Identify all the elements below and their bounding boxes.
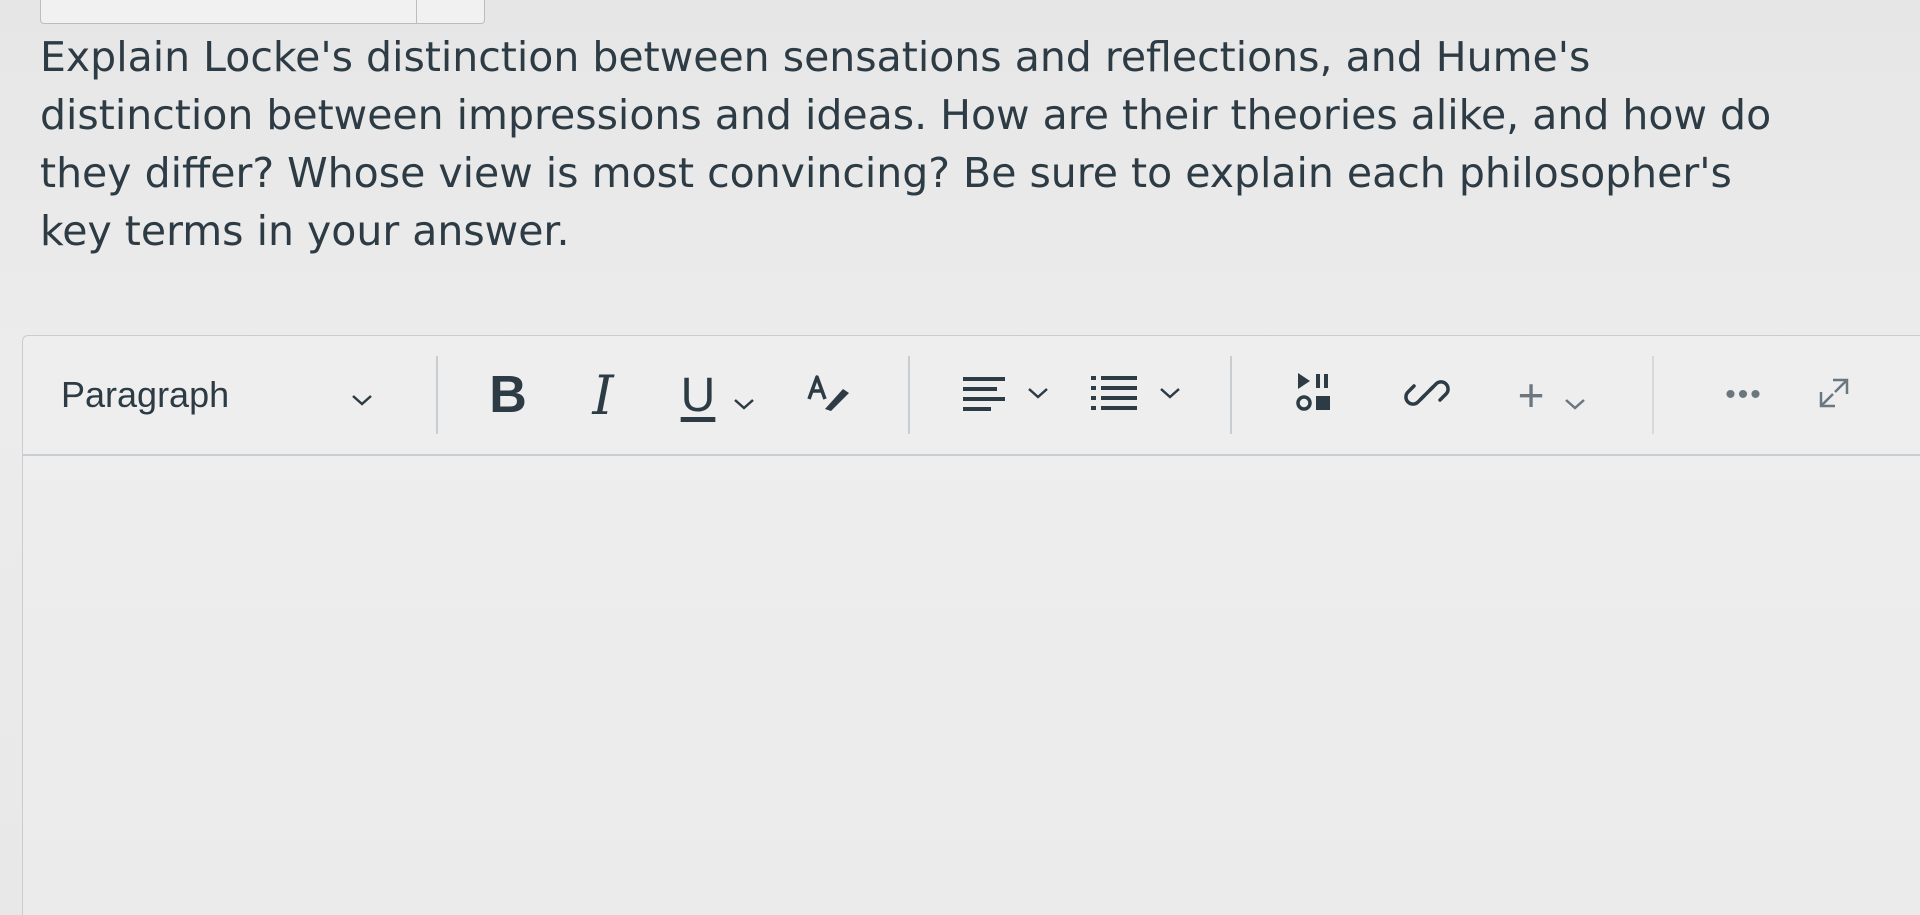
bulleted-list-icon	[1089, 372, 1139, 419]
insert-dropdown[interactable]: +	[1482, 355, 1622, 435]
question-line: Explain Locke's distinction between sens…	[40, 33, 1591, 81]
question-line: they differ? Whose view is most convinci…	[40, 149, 1732, 197]
insert-media-button[interactable]	[1262, 355, 1372, 435]
align-dropdown[interactable]	[940, 355, 1070, 435]
question-line: key terms in your answer.	[40, 207, 570, 255]
toolbar-separator	[1230, 356, 1232, 434]
text-color-icon	[803, 373, 853, 418]
toolbar-separator	[436, 356, 438, 434]
chevron-down-icon	[351, 374, 373, 416]
question-prompt: Explain Locke's distinction between sens…	[40, 28, 1850, 260]
editor-content-area[interactable]	[23, 458, 1920, 915]
align-left-icon	[961, 373, 1007, 418]
top-tab-divider	[416, 0, 417, 24]
underline-label: U	[680, 368, 716, 422]
underline-button[interactable]: U	[658, 355, 778, 435]
insert-link-button[interactable]	[1372, 355, 1482, 435]
plus-icon: +	[1517, 369, 1545, 421]
page: Explain Locke's distinction between sens…	[0, 0, 1920, 915]
link-icon	[1404, 370, 1450, 421]
rich-text-editor: Paragraph B I U + •••	[22, 335, 1920, 915]
italic-button[interactable]: I	[548, 355, 658, 435]
text-color-button[interactable]	[778, 355, 878, 435]
more-options-button[interactable]: •••	[1684, 355, 1804, 435]
media-icon	[1294, 371, 1340, 420]
list-dropdown[interactable]	[1070, 355, 1200, 435]
chevron-down-icon	[1027, 386, 1049, 405]
fullscreen-button[interactable]	[1804, 355, 1864, 435]
toolbar-separator	[1652, 356, 1654, 434]
block-format-label: Paragraph	[61, 374, 230, 415]
question-line: distinction between impressions and idea…	[40, 91, 1772, 139]
top-tab[interactable]	[40, 0, 485, 24]
editor-toolbar: Paragraph B I U + •••	[23, 336, 1920, 456]
block-format-dropdown[interactable]: Paragraph	[61, 355, 406, 435]
chevron-down-icon	[1564, 368, 1586, 422]
chevron-down-icon[interactable]	[733, 368, 755, 423]
toolbar-separator	[908, 356, 910, 434]
chevron-down-icon	[1159, 386, 1181, 405]
bold-button[interactable]: B	[468, 355, 548, 435]
expand-icon	[1819, 378, 1849, 413]
